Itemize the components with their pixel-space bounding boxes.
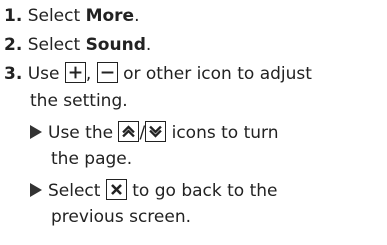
note-text: Use the bbox=[48, 123, 114, 143]
step-text: Select bbox=[27, 35, 86, 55]
note-go-back: Select to go back to the bbox=[30, 179, 278, 203]
step-text: Use bbox=[27, 64, 60, 84]
step-1: 1. Select More. bbox=[4, 4, 139, 28]
note-text: the page. bbox=[51, 149, 133, 169]
note-page-turn-continued: the page. bbox=[51, 147, 132, 171]
bullet-arrow-icon bbox=[30, 125, 42, 139]
menu-label-sound: Sound bbox=[85, 35, 146, 55]
punctuation: . bbox=[145, 35, 152, 55]
step-text: the setting. bbox=[30, 91, 128, 111]
step-3: 3. Use , or other icon to adjust bbox=[4, 62, 312, 86]
step-text: Select bbox=[27, 6, 86, 26]
note-text: previous screen. bbox=[51, 207, 192, 227]
minus-icon bbox=[96, 62, 118, 83]
step-number: 1. bbox=[4, 6, 23, 26]
menu-label-more: More bbox=[85, 6, 135, 26]
note-text: Select bbox=[48, 181, 101, 201]
separator: , bbox=[85, 64, 92, 84]
step-3-continued: the setting. bbox=[30, 89, 128, 113]
page-down-icon bbox=[145, 121, 167, 142]
step-2: 2. Select Sound. bbox=[4, 33, 151, 57]
page-up-icon bbox=[118, 121, 140, 142]
step-text: or other icon to adjust bbox=[123, 64, 312, 84]
note-page-turn: Use the / icons to turn bbox=[30, 121, 279, 145]
note-text: icons to turn bbox=[171, 123, 279, 143]
plus-icon bbox=[64, 62, 86, 83]
step-number: 2. bbox=[4, 35, 23, 55]
step-number: 3. bbox=[4, 64, 23, 84]
bullet-arrow-icon bbox=[30, 183, 42, 197]
note-text: to go back to the bbox=[132, 181, 278, 201]
close-icon bbox=[105, 179, 127, 200]
note-go-back-continued: previous screen. bbox=[51, 205, 191, 229]
punctuation: . bbox=[134, 6, 140, 26]
